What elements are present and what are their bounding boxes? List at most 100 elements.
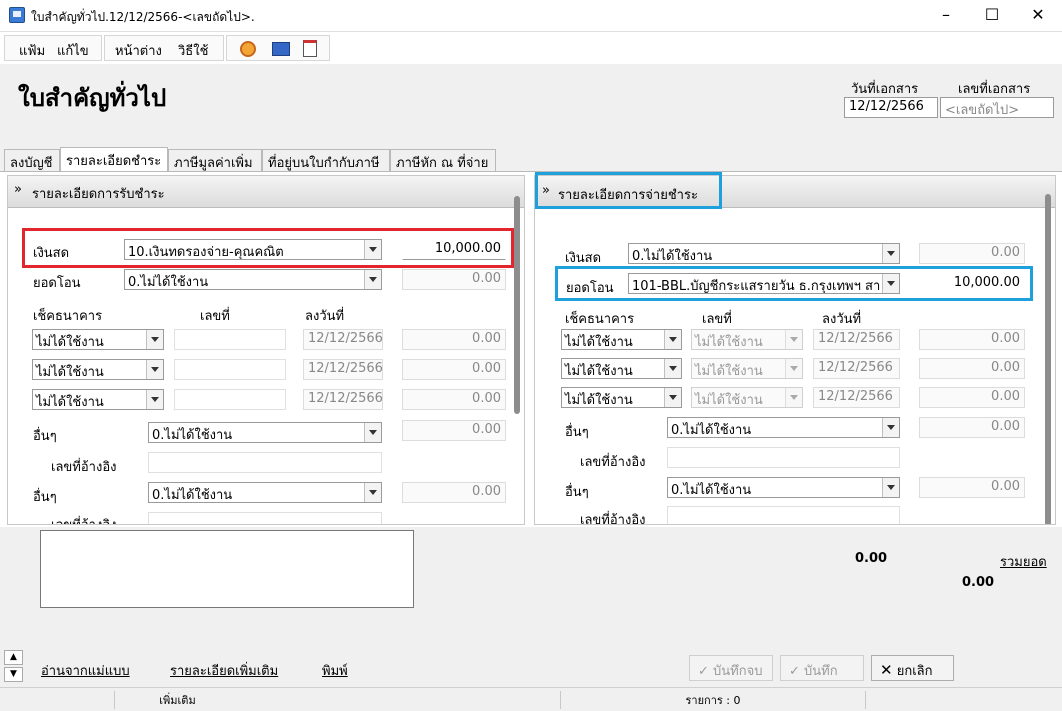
chevron-down-icon[interactable] xyxy=(364,240,381,259)
receipt-cheque-bank-combo-2[interactable]: ไม่ได้ใช้งาน xyxy=(32,359,164,380)
payment-other-account-combo-2[interactable]: 0.ไม่ได้ใช้งาน xyxy=(667,477,900,498)
receipt-cash-account-combo[interactable]: 10.เงินทดรองจ่าย-คุณคณิต xyxy=(124,239,382,260)
chevron-down-icon[interactable] xyxy=(664,330,681,349)
save-close-button[interactable]: ✓ บันทึกจบ xyxy=(689,655,773,681)
receipt-cash-amount[interactable]: 10,000.00 xyxy=(402,239,506,260)
chevron-down-icon[interactable] xyxy=(664,388,681,407)
chevron-down-icon[interactable] xyxy=(146,390,163,409)
chevron-down-icon[interactable] xyxy=(364,423,381,442)
menu-file[interactable]: แฟ้ม xyxy=(19,40,45,61)
doc-no-field[interactable]: <เลขถัดไป> xyxy=(940,97,1054,118)
menu-edit[interactable]: แก้ไข xyxy=(57,40,89,61)
receipt-date-label: ลงวันที่ xyxy=(305,309,345,324)
status-mode: เพิ่มเติม xyxy=(114,691,240,709)
receipt-panel-title: รายละเอียดการรับชำระ xyxy=(32,187,165,202)
menu-window[interactable]: หน้าต่าง xyxy=(115,40,162,61)
app-icon xyxy=(9,7,25,23)
payment-transfer-amount[interactable]: 10,000.00 xyxy=(905,273,1025,294)
minimize-icon[interactable]: – xyxy=(923,0,969,32)
chevron-down-icon[interactable] xyxy=(882,244,899,263)
payment-ref-field-2[interactable] xyxy=(667,506,900,524)
receipt-panel-header[interactable]: » รายละเอียดการรับชำระ xyxy=(8,176,524,208)
payment-date-label: ลงวันที่ xyxy=(822,312,862,327)
more-details-link[interactable]: รายละเอียดเพิ่มเติม xyxy=(170,660,278,681)
tab-vat[interactable]: ภาษีมูลค่าเพิ่ม xyxy=(168,149,262,171)
chevron-down-icon[interactable] xyxy=(664,359,681,378)
payment-cheque-bank-combo-1[interactable]: ไม่ได้ใช้งาน xyxy=(561,329,682,350)
payment-other-label: อื่นๆ xyxy=(565,425,589,440)
receipt-cheque-bank-combo-1[interactable]: ไม่ได้ใช้งาน xyxy=(32,329,164,350)
status-divider xyxy=(240,691,241,709)
calendar-icon[interactable] xyxy=(303,40,317,57)
payment-other-account-combo-1[interactable]: 0.ไม่ได้ใช้งาน xyxy=(667,417,900,438)
payment-cheque-bank-combo-2[interactable]: ไม่ได้ใช้งาน xyxy=(561,358,682,379)
arrow-down-icon[interactable]: ▼ xyxy=(4,667,23,682)
target-icon[interactable] xyxy=(240,41,256,57)
payment-cheque-no-combo-2: ไม่ได้ใช้งาน xyxy=(691,358,803,379)
payment-scrollbar[interactable] xyxy=(1045,194,1051,524)
payment-ref-label: เลขที่อ้างอิง xyxy=(580,513,646,524)
payment-other-amount-2: 0.00 xyxy=(919,477,1025,498)
tab-post-account[interactable]: ลงบัญชี xyxy=(4,149,60,171)
menu-help[interactable]: วิธีใช้ xyxy=(178,40,208,61)
left-total-value: 0.00 xyxy=(855,551,888,566)
receipt-other-account-combo-2[interactable]: 0.ไม่ได้ใช้งาน xyxy=(148,482,382,503)
status-count: รายการ : 0 xyxy=(560,691,866,709)
payment-cheque-no-combo-3: ไม่ได้ใช้งาน xyxy=(691,387,803,408)
payment-cheque-label: เช็คธนาคาร xyxy=(565,312,635,327)
payment-cash-account-combo[interactable]: 0.ไม่ได้ใช้งาน xyxy=(628,243,900,264)
receipt-ref-field-1[interactable] xyxy=(148,452,382,473)
payment-transfer-account-combo[interactable]: 101-BBL.บัญชีกระแสรายวัน ธ.กรุงเทพฯ สา xyxy=(628,273,900,294)
payment-transfer-label: ยอดโอน xyxy=(566,281,614,296)
chevron-down-icon: » xyxy=(542,183,550,198)
load-template-link[interactable]: อ่านจากแม่แบบ xyxy=(41,660,130,681)
arrow-up-icon[interactable]: ▲ xyxy=(4,650,23,665)
check-icon: ✓ xyxy=(698,664,709,679)
doc-date-field[interactable]: 12/12/2566 xyxy=(844,97,938,118)
save-button[interactable]: ✓ บันทึก xyxy=(780,655,864,681)
receipt-transfer-amount: 0.00 xyxy=(402,269,506,290)
receipt-ref-field-2[interactable] xyxy=(148,512,382,524)
calculator-icon[interactable] xyxy=(272,42,290,56)
payment-cheque-bank-combo-3[interactable]: ไม่ได้ใช้งาน xyxy=(561,387,682,408)
payment-cash-account-value: 0.ไม่ได้ใช้งาน xyxy=(632,249,713,264)
chevron-down-icon[interactable] xyxy=(146,360,163,379)
receipt-cheque-no-field-3[interactable] xyxy=(174,389,286,410)
chevron-down-icon[interactable] xyxy=(364,270,381,289)
tab-payment-details[interactable]: รายละเอียดชำระ xyxy=(60,147,168,171)
receipt-cheque-no-field-1[interactable] xyxy=(174,329,286,350)
maximize-icon[interactable]: ☐ xyxy=(969,0,1015,32)
close-icon: ✕ xyxy=(880,661,893,679)
payment-ref-clip: เลขที่อ้างอิง xyxy=(535,505,1045,524)
chevron-down-icon[interactable] xyxy=(364,483,381,502)
payment-cash-label: เงินสด xyxy=(565,251,602,266)
sum-link[interactable]: รวมยอด xyxy=(1000,551,1047,572)
receipt-cheque-no-field-2[interactable] xyxy=(174,359,286,380)
payment-cheque-bank-value: ไม่ได้ใช้งาน xyxy=(565,364,633,379)
chevron-down-icon[interactable] xyxy=(882,274,899,293)
save-close-label: บันทึกจบ xyxy=(713,664,763,679)
print-link[interactable]: พิมพ์ xyxy=(322,660,348,681)
receipt-cheque-bank-value: ไม่ได้ใช้งาน xyxy=(36,335,104,350)
tab-withholding-tax[interactable]: ภาษีหัก ณ ที่จ่าย xyxy=(390,149,496,171)
receipt-cheque-date-2: 12/12/2566 xyxy=(303,359,383,380)
payment-no-label: เลขที่ xyxy=(702,312,732,327)
receipt-cheque-bank-value: ไม่ได้ใช้งาน xyxy=(36,365,104,380)
receipt-other-account-value: 0.ไม่ได้ใช้งาน xyxy=(152,428,233,443)
close-icon[interactable]: ✕ xyxy=(1015,0,1061,32)
receipt-cheque-bank-combo-3[interactable]: ไม่ได้ใช้งาน xyxy=(32,389,164,410)
chevron-down-icon[interactable] xyxy=(882,478,899,497)
window-title: ใบสำคัญทั่วไป.12/12/2566-<เลขถัดไป>. xyxy=(31,10,255,24)
doc-no-label: เลขที่เอกสาร xyxy=(958,82,1031,97)
receipt-transfer-account-combo[interactable]: 0.ไม่ได้ใช้งาน xyxy=(124,269,382,290)
cancel-button[interactable]: ✕ ยกเลิก xyxy=(871,655,954,681)
tab-tax-invoice-address[interactable]: ที่อยู่บนใบกำกับภาษี xyxy=(262,149,390,171)
receipt-scrollbar[interactable] xyxy=(514,196,520,414)
payment-ref-label: เลขที่อ้างอิง xyxy=(580,455,646,470)
receipt-other-amount-2: 0.00 xyxy=(402,482,506,503)
chevron-down-icon[interactable] xyxy=(882,418,899,437)
receipt-other-account-combo-1[interactable]: 0.ไม่ได้ใช้งาน xyxy=(148,422,382,443)
chevron-down-icon[interactable] xyxy=(146,330,163,349)
payment-ref-field-1[interactable] xyxy=(667,447,900,468)
memo-textarea[interactable] xyxy=(40,530,414,608)
